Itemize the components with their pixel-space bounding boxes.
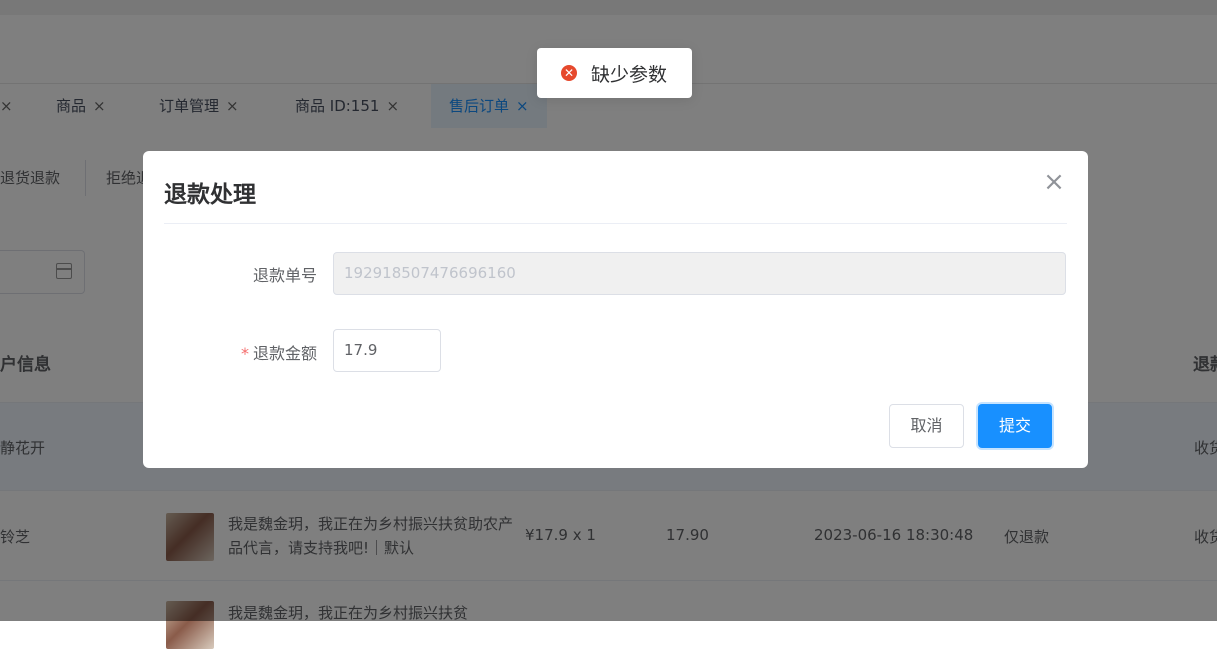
error-circle-icon: ✕	[561, 65, 577, 81]
submit-button[interactable]: 提交	[978, 404, 1052, 448]
refund-amount-field[interactable]: 17.9	[333, 329, 441, 372]
refund-number-label: 退款单号	[252, 266, 317, 285]
refund-number-field: 192918507476696160	[333, 252, 1066, 295]
required-mark: *	[240, 344, 249, 363]
error-toast: ✕ 缺少参数	[537, 48, 692, 98]
close-icon[interactable]: ×	[1043, 169, 1065, 195]
refund-dialog: 退款处理 × 退款单号 192918507476696160 * 退款金额 17.…	[143, 151, 1088, 468]
dialog-title: 退款处理	[164, 182, 256, 208]
dialog-divider	[164, 223, 1067, 224]
toast-message: 缺少参数	[591, 64, 668, 86]
refund-amount-label: * 退款金额	[240, 344, 317, 363]
cancel-button[interactable]: 取消	[889, 404, 964, 448]
